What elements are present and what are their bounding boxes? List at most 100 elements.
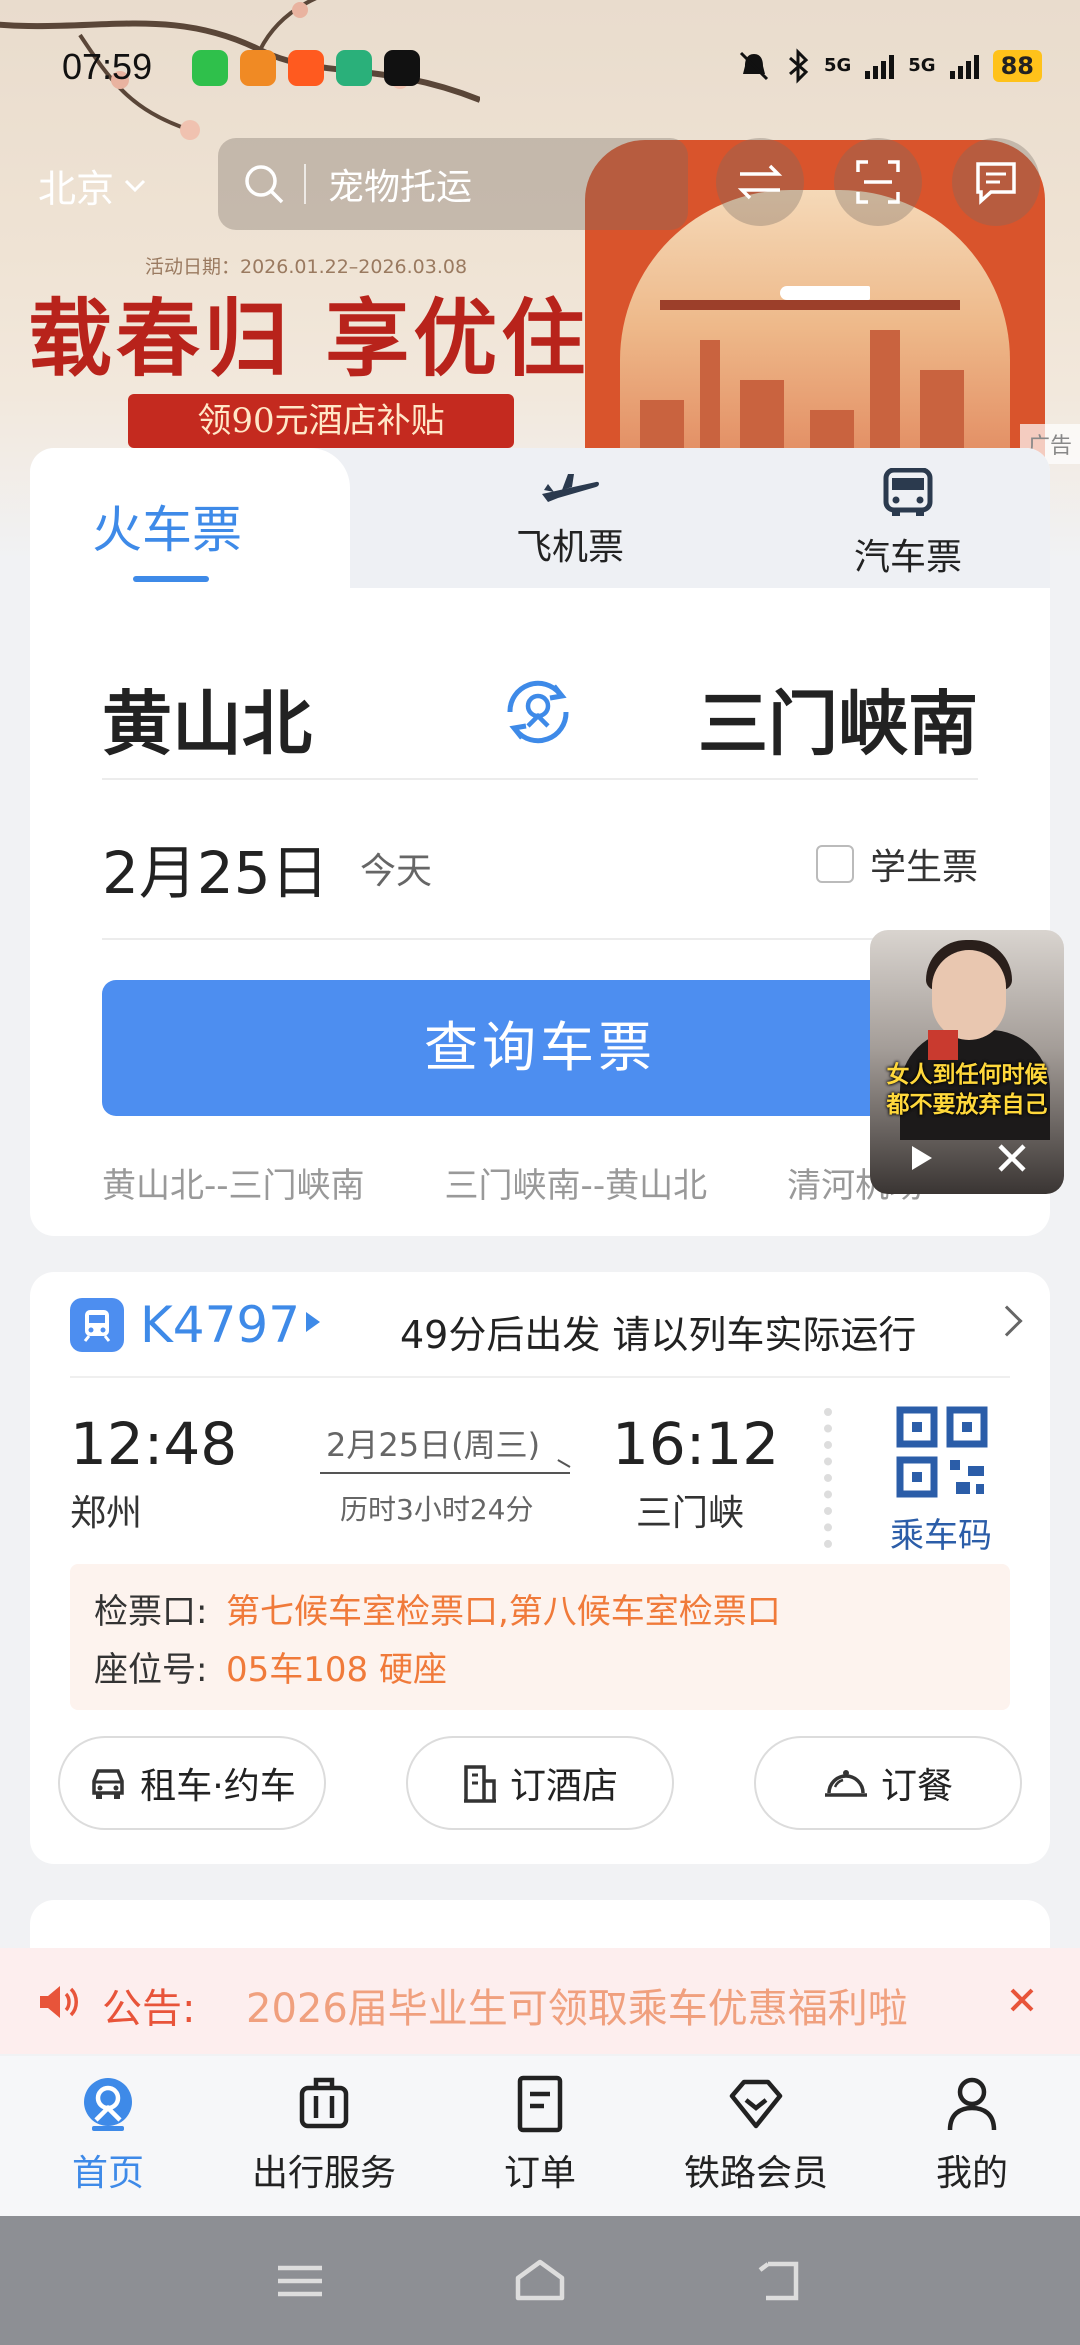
divider: [70, 1376, 1010, 1378]
order-icon: [517, 2075, 563, 2133]
meal-button[interactable]: 订餐: [754, 1736, 1022, 1830]
transfer-icon: [737, 164, 783, 200]
nav-profile[interactable]: 我的: [872, 2072, 1072, 2196]
caret-right-icon: [306, 1312, 320, 1332]
scan-button[interactable]: [834, 138, 922, 226]
tiktok-icon: [384, 50, 420, 86]
qr-code-label[interactable]: 乘车码: [890, 1508, 992, 1557]
nav-travel-services-label: 出行服务: [251, 2153, 396, 2194]
ticket-info-box: 检票口: 第七候车室检票口,第八候车室检票口 座位号: 05车108 硬座: [70, 1564, 1010, 1710]
taobao-icon: [288, 50, 324, 86]
upcoming-trip-card[interactable]: K4797 49分后出发 请以列车实际运行 12:48 郑州 2月25日(周三)…: [30, 1272, 1050, 1864]
tab-train[interactable]: 火车票: [30, 448, 350, 590]
tab-bus[interactable]: 汽车票: [828, 467, 988, 580]
floating-video-player[interactable]: 女人到任何时候 都不要放弃自己: [870, 930, 1064, 1194]
tab-indicator: [133, 576, 209, 582]
nav-profile-label: 我的: [935, 2153, 1008, 2194]
departure-time: 12:48: [70, 1410, 238, 1478]
plane-icon: [542, 474, 599, 502]
student-ticket-option[interactable]: 学生票: [815, 838, 978, 890]
app-green-icon: [336, 50, 372, 86]
hotel-label: 订酒店: [509, 1766, 618, 1807]
qr-code-icon[interactable]: [896, 1406, 988, 1498]
gate-label: 检票口:: [94, 1592, 208, 1632]
promo-subtitle: 领90元酒店补贴: [128, 394, 514, 448]
battery-indicator: 88: [992, 50, 1042, 82]
chevron-down-icon: [124, 179, 146, 192]
seat-value: 05车108 硬座: [226, 1650, 447, 1690]
seat-label: 座位号:: [94, 1650, 208, 1690]
station-row: 黄山北 三门峡南: [30, 648, 1050, 768]
hotel-icon: [463, 1765, 496, 1803]
home-icon: [84, 2078, 132, 2131]
meal-cloche-icon: [824, 1770, 867, 1797]
departure-station: 郑州: [70, 1493, 143, 1534]
hotel-button[interactable]: 订酒店: [406, 1736, 674, 1830]
nav-home-label: 首页: [71, 2153, 144, 2194]
luggage-icon: [299, 2077, 349, 2129]
to-station[interactable]: 三门峡南: [698, 668, 978, 769]
from-station[interactable]: 黄山北: [102, 668, 312, 769]
speaker-icon: [40, 1986, 78, 2018]
close-icon[interactable]: [992, 1138, 1032, 1178]
arrow-right-icon: [320, 1472, 570, 1474]
city-label: 北京: [38, 167, 115, 211]
today-hint: 今天: [360, 851, 433, 892]
signal-type-2: 5G: [908, 55, 936, 76]
search-tickets-button[interactable]: 查询车票: [102, 980, 978, 1116]
swap-stations-icon[interactable]: [498, 672, 578, 752]
car-rental-label: 租车·约车: [140, 1766, 296, 1807]
close-icon[interactable]: [1002, 1980, 1042, 2020]
train-number[interactable]: K4797: [140, 1296, 300, 1354]
diamond-icon: [729, 2079, 783, 2129]
nav-membership-label: 铁路会员: [683, 2153, 828, 2194]
nav-orders[interactable]: 订单: [440, 2072, 640, 2196]
tab-flight[interactable]: 飞机票: [490, 468, 650, 570]
video-caption: 女人到任何时候 都不要放弃自己: [886, 1062, 1048, 1118]
announcement-text[interactable]: 2026届毕业生可领取乘车优惠福利啦: [246, 1976, 946, 2034]
nav-home[interactable]: 首页: [8, 2072, 208, 2196]
system-navigation-bar: [0, 2216, 1080, 2345]
back-icon[interactable]: [750, 2256, 810, 2306]
search-placeholder: 宠物托运: [328, 167, 473, 208]
promo-title: 载春归 享优住: [28, 289, 590, 388]
user-icon: [947, 2077, 997, 2131]
message-button[interactable]: [952, 138, 1040, 226]
city-selector[interactable]: 北京: [38, 158, 146, 213]
ticket-type-tabs: 火车票 飞机票 汽车票: [30, 448, 1050, 590]
bottom-navigation: 首页 出行服务 订单 铁路会员 我的: [0, 2056, 1080, 2216]
play-icon[interactable]: [900, 1138, 940, 1178]
travel-date[interactable]: 2月25日: [102, 826, 329, 910]
message-icon: [976, 162, 1016, 205]
signal-bars-icon: [865, 53, 895, 79]
menu-icon[interactable]: [270, 2256, 330, 2306]
signal-bars-icon: [949, 53, 979, 79]
divider: [102, 938, 978, 940]
trip-duration: 历时3小时24分: [340, 1493, 534, 1526]
car-rental-button[interactable]: 租车·约车: [58, 1736, 326, 1830]
meal-label: 订餐: [880, 1766, 953, 1807]
student-checkbox[interactable]: [815, 845, 854, 883]
arrival-station: 三门峡: [636, 1493, 745, 1534]
student-label: 学生票: [869, 847, 978, 888]
status-bar: 07:59 5G 5G 88: [0, 40, 1080, 100]
tab-bus-label: 汽车票: [853, 537, 962, 578]
transfer-button[interactable]: [716, 138, 804, 226]
arrival-time: 16:12: [612, 1410, 780, 1478]
tab-flight-label: 飞机票: [515, 527, 624, 568]
nav-travel-services[interactable]: 出行服务: [224, 2072, 424, 2196]
nav-membership[interactable]: 铁路会员: [656, 2072, 856, 2196]
city-scene: [620, 190, 1010, 490]
bus-icon: [883, 467, 933, 516]
nav-orders-label: 订单: [503, 2153, 576, 2194]
search-bar[interactable]: 宠物托运: [218, 138, 688, 230]
status-indicators: 5G 5G 88: [736, 48, 1042, 84]
history-item[interactable]: 黄山北--三门峡南: [102, 1158, 365, 1207]
divider: [824, 1408, 832, 1548]
home-nav-icon[interactable]: [510, 2256, 570, 2306]
history-item[interactable]: 三门峡南--黄山北: [445, 1158, 708, 1207]
announcement-bar[interactable]: 公告: 2026届毕业生可领取乘车优惠福利啦: [0, 1948, 1080, 2054]
tab-train-label: 火车票: [92, 501, 242, 559]
microphone-icon: [928, 1030, 958, 1060]
chevron-right-icon[interactable]: [991, 1305, 1023, 1337]
